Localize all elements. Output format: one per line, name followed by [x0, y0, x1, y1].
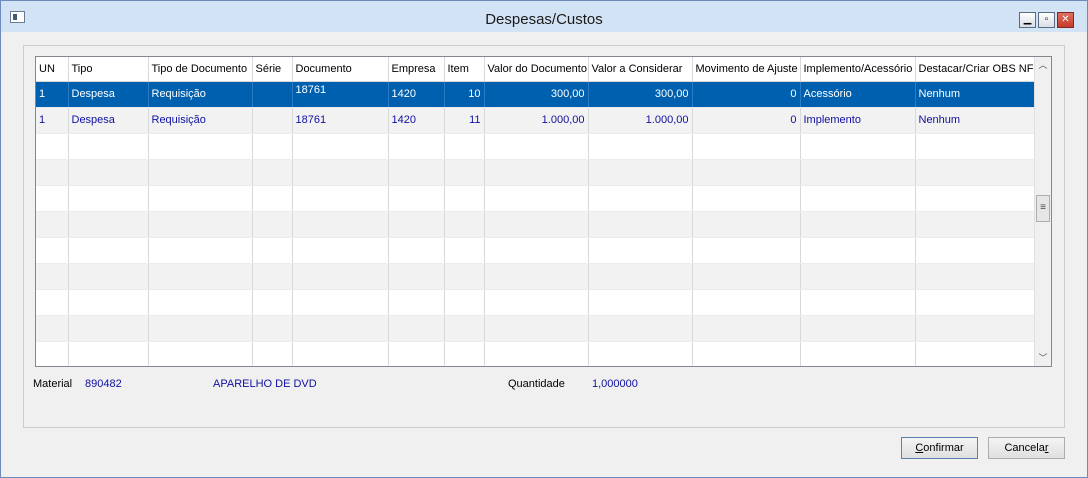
dialog-content: UN Tipo Tipo de Documento Série Document…: [10, 32, 1078, 472]
cell-movimento-ajuste[interactable]: 0: [692, 81, 801, 108]
expenses-table: UN Tipo Tipo de Documento Série Document…: [36, 57, 1036, 366]
empty-row[interactable]: [36, 133, 1036, 160]
empty-row[interactable]: [36, 237, 1036, 264]
cell-valor-considerar[interactable]: 300,00: [588, 81, 693, 108]
material-description: APARELHO DE DVD: [213, 378, 317, 390]
col-header-empresa[interactable]: Empresa: [388, 57, 445, 82]
col-header-movimento-ajuste[interactable]: Movimento de Ajuste: [692, 57, 801, 82]
dialog-window: Despesas/Custos ▁ ▫ ✕ UN Tipo Tipo de Do…: [0, 0, 1088, 478]
quantity-label: Quantidade: [508, 378, 565, 390]
scroll-up-icon[interactable]: ︿: [1035, 57, 1051, 73]
scroll-down-icon[interactable]: ﹀: [1035, 350, 1051, 366]
material-code: 890482: [85, 378, 122, 390]
table-row[interactable]: 1 Despesa Requisição 18761 1420 10 300,0…: [36, 81, 1036, 108]
cell-implemento-acessorio[interactable]: Implemento: [800, 107, 916, 134]
vertical-scrollbar[interactable]: ︿ ≡ ﹀: [1034, 57, 1051, 366]
cell-movimento-ajuste[interactable]: 0: [692, 107, 801, 134]
cell-documento[interactable]: 18761: [292, 81, 389, 108]
cell-tipo-documento[interactable]: Requisição: [148, 81, 253, 108]
cell-un[interactable]: 1: [36, 107, 69, 134]
scroll-thumb[interactable]: ≡: [1036, 195, 1050, 222]
empty-row[interactable]: [36, 315, 1036, 342]
maximize-button[interactable]: ▫: [1038, 12, 1055, 28]
col-header-documento[interactable]: Documento: [292, 57, 389, 82]
col-header-valor-documento[interactable]: Valor do Documento: [484, 57, 589, 82]
cell-destacar-obs[interactable]: Nenhum: [915, 81, 1036, 108]
title-bar: Despesas/Custos ▁ ▫ ✕: [1, 1, 1087, 32]
cancel-button[interactable]: Cancelar: [988, 437, 1065, 459]
material-label: Material: [33, 378, 73, 390]
col-header-valor-considerar[interactable]: Valor a Considerar: [588, 57, 693, 82]
cell-serie[interactable]: [252, 81, 293, 108]
col-header-tipo[interactable]: Tipo: [68, 57, 149, 82]
col-header-implemento-acessorio[interactable]: Implemento/Acessório: [800, 57, 916, 82]
quantity-value: 1,000000: [592, 378, 638, 390]
cell-item[interactable]: 10: [444, 81, 485, 108]
cell-serie[interactable]: [252, 107, 293, 134]
empty-row[interactable]: [36, 289, 1036, 316]
col-header-destacar-obs[interactable]: Destacar/Criar OBS NF: [915, 57, 1036, 82]
table-row[interactable]: 1 Despesa Requisição 18761 1420 11 1.000…: [36, 107, 1036, 134]
cell-tipo[interactable]: Despesa: [68, 107, 149, 134]
close-button[interactable]: ✕: [1057, 12, 1074, 28]
cell-valor-documento[interactable]: 300,00: [484, 81, 589, 108]
col-header-tipo-documento[interactable]: Tipo de Documento: [148, 57, 253, 82]
cell-item[interactable]: 11: [444, 107, 485, 134]
cell-tipo-documento[interactable]: Requisição: [148, 107, 253, 134]
cell-un[interactable]: 1: [36, 81, 69, 108]
cell-valor-documento[interactable]: 1.000,00: [484, 107, 589, 134]
cell-valor-considerar[interactable]: 1.000,00: [588, 107, 693, 134]
cell-empresa[interactable]: 1420: [388, 81, 445, 108]
cell-implemento-acessorio[interactable]: Acessório: [800, 81, 916, 108]
minimize-button[interactable]: ▁: [1019, 12, 1036, 28]
col-header-un[interactable]: UN: [36, 57, 69, 82]
empty-row[interactable]: [36, 341, 1036, 366]
cell-empresa[interactable]: 1420: [388, 107, 445, 134]
table-header-row: UN Tipo Tipo de Documento Série Document…: [36, 57, 1036, 82]
empty-row[interactable]: [36, 185, 1036, 212]
cell-documento[interactable]: 18761: [292, 107, 389, 134]
col-header-item[interactable]: Item: [444, 57, 485, 82]
col-header-serie[interactable]: Série: [252, 57, 293, 82]
expenses-grid[interactable]: UN Tipo Tipo de Documento Série Document…: [35, 56, 1052, 367]
cell-destacar-obs[interactable]: Nenhum: [915, 107, 1036, 134]
confirm-button[interactable]: Confirmar: [901, 437, 978, 459]
empty-row[interactable]: [36, 211, 1036, 238]
empty-row[interactable]: [36, 159, 1036, 186]
empty-row[interactable]: [36, 263, 1036, 290]
cell-tipo[interactable]: Despesa: [68, 81, 149, 108]
window-title: Despesas/Custos: [485, 11, 603, 28]
